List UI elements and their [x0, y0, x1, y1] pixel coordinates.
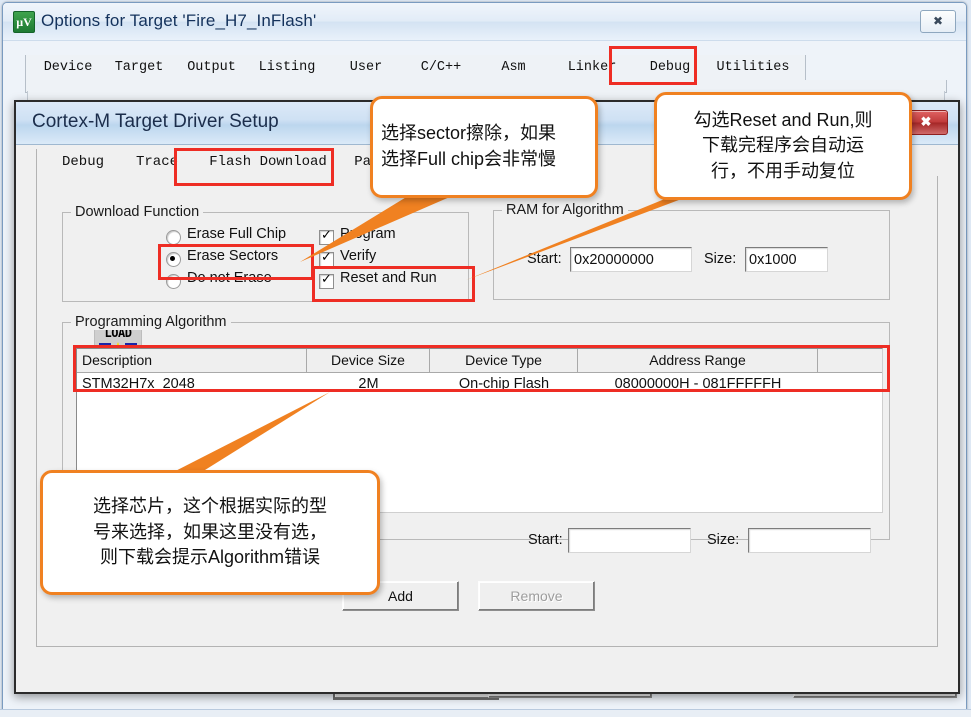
programming-algorithm-label: Programming Algorithm [71, 314, 231, 330]
tab-linker[interactable]: Linker [545, 55, 640, 80]
callout-select-algorithm: 选择芯片，这个根据实际的型 号来选择，如果这里没有选， 则下载会提示Algori… [40, 470, 380, 595]
callout-erase-line-1: 选择sector擦除，如果 [381, 123, 557, 144]
ram-start-label: Start: [527, 251, 562, 267]
screenshot-root: µV Options for Target 'Fire_H7_InFlash' … [0, 0, 971, 717]
callout-algorithm-line-1: 选择芯片，这个根据实际的型 [93, 496, 327, 517]
callout-algorithm-line-2: 号来选择，如果这里没有选， [93, 521, 327, 542]
ram-size-label: Size: [704, 251, 737, 267]
label-program[interactable]: Program [340, 226, 396, 242]
column-header-extra[interactable] [818, 349, 880, 372]
column-header-device-type[interactable]: Device Type [430, 349, 578, 372]
label-erase-sectors[interactable]: Erase Sectors [187, 248, 278, 264]
callout-erase-line-2: 选择Full chip会非常慢 [381, 149, 557, 169]
algo-start-label: Start: [528, 532, 563, 548]
callout-erase-sectors: 选择sector擦除，如果 选择Full chip会非常慢 [370, 96, 598, 198]
ram-for-algorithm-label: RAM for Algorithm [502, 202, 628, 218]
tab-utilities[interactable]: Utilities [701, 55, 806, 80]
callout-reset-line-1: 勾选Reset and Run,则 [693, 109, 873, 130]
column-header-device-size[interactable]: Device Size [307, 349, 430, 372]
radio-erase-full-chip[interactable] [166, 230, 181, 245]
uvision-icon: µV [13, 11, 35, 33]
label-reset-and-run[interactable]: Reset and Run [340, 270, 437, 286]
page-title: Options for Target 'Fire_H7_InFlash' [41, 11, 317, 30]
cortex-tab-flash-download[interactable]: Flash Download [186, 149, 351, 176]
radio-erase-sectors[interactable] [166, 252, 181, 267]
callout-algorithm-line-3: 则下载会提示Algorithm错误 [99, 547, 321, 568]
algo-size-input[interactable] [748, 528, 871, 553]
algo-start-input[interactable] [568, 528, 691, 553]
radio-do-not-erase[interactable] [166, 274, 181, 289]
callout-reset-and-run: 勾选Reset and Run,则 下载完程序会自动运 行，不用手动复位 [654, 92, 912, 200]
ram-start-input[interactable]: 0x20000000 [570, 247, 692, 272]
callout-reset-line-3: 行，不用手动复位 [711, 160, 855, 181]
column-header-address-range[interactable]: Address Range [578, 349, 818, 372]
label-do-not-erase[interactable]: Do not Erase [187, 270, 272, 286]
download-function-label: Download Function [71, 204, 204, 220]
label-verify[interactable]: Verify [340, 248, 376, 264]
checkbox-program[interactable]: ✓ [319, 229, 334, 245]
algo-size-label: Size: [707, 532, 740, 548]
callout-reset-line-2: 下载完程序会自动运 [702, 135, 864, 156]
window-bottom-strip [0, 709, 971, 717]
checkbox-verify[interactable]: ✓ [319, 251, 334, 267]
remove-button: Remove [478, 581, 595, 611]
cell-extra [818, 373, 880, 396]
table-header-row: Description Device Size Device Type Addr… [77, 349, 882, 373]
cell-device-size: 2M [358, 376, 379, 392]
cortex-dialog-title: Cortex-M Target Driver Setup [32, 111, 279, 132]
close-icon[interactable]: ✖ [920, 10, 956, 33]
options-title-bar: µV Options for Target 'Fire_H7_InFlash' … [3, 3, 966, 41]
column-header-description[interactable]: Description [77, 349, 307, 372]
ram-size-input[interactable]: 0x1000 [745, 247, 828, 272]
cell-address-range: 08000000H - 081FFFFFH [614, 376, 782, 392]
cell-device-type: On-chip Flash [458, 376, 550, 392]
table-row[interactable]: STM32H7x_2048 2M On-chip Flash 08000000H… [77, 373, 882, 396]
options-tab-strip: Device Target Output Listing User C/C++ … [25, 55, 945, 81]
cell-description: STM32H7x_2048 [82, 376, 195, 392]
checkbox-reset-and-run[interactable]: ✓ [319, 273, 334, 289]
label-erase-full-chip[interactable]: Erase Full Chip [187, 226, 286, 242]
